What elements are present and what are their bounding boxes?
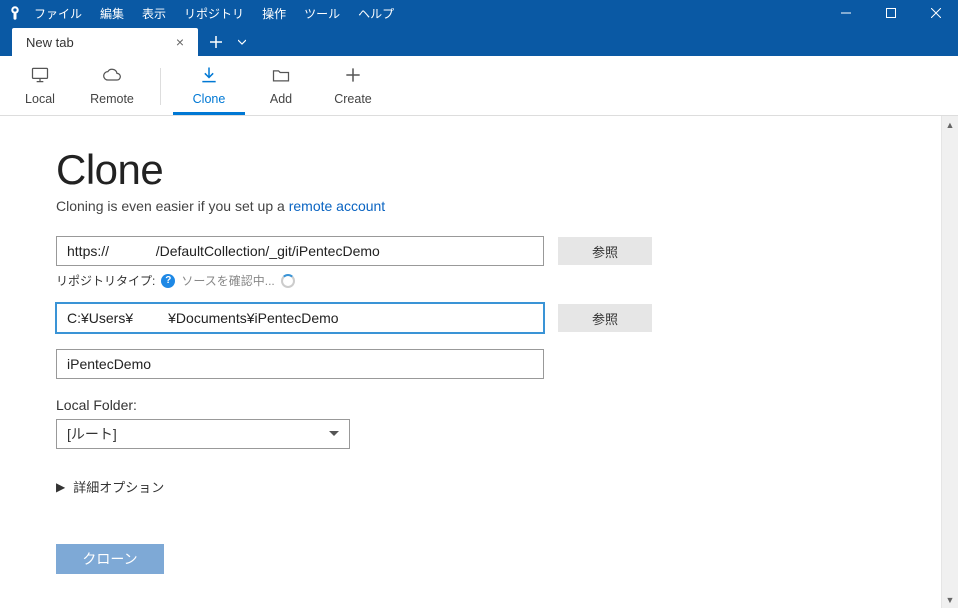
repo-type-checking-text: ソースを確認中... bbox=[181, 272, 274, 289]
page-title: Clone bbox=[56, 146, 885, 194]
menu-view[interactable]: 表示 bbox=[134, 2, 174, 25]
titlebar-left: ファイル 編集 表示 リポジトリ 操作 ツール ヘルプ bbox=[6, 2, 402, 25]
browse-destination-button[interactable]: 参照 bbox=[558, 304, 652, 332]
menu-edit[interactable]: 編集 bbox=[92, 2, 132, 25]
source-url-row: 参照 bbox=[56, 236, 885, 266]
app-icon bbox=[6, 4, 24, 22]
source-url-input[interactable] bbox=[56, 236, 544, 266]
toolbar-add-button[interactable]: Add bbox=[245, 58, 317, 115]
menu-file[interactable]: ファイル bbox=[26, 2, 90, 25]
cloud-icon bbox=[102, 65, 122, 88]
scrollbar-up-icon[interactable]: ▲ bbox=[942, 116, 958, 133]
local-folder-select[interactable]: [ルート] bbox=[56, 419, 350, 449]
toolbar-separator bbox=[160, 68, 161, 105]
local-folder-value: [ルート] bbox=[67, 424, 117, 444]
window-minimize-button[interactable] bbox=[823, 0, 868, 26]
vertical-scrollbar[interactable]: ▲ ▼ bbox=[941, 116, 958, 608]
destination-path-row: 参照 bbox=[56, 303, 885, 333]
repo-type-label: リポジトリタイプ: bbox=[56, 272, 155, 289]
toolbar-remote-label: Remote bbox=[90, 92, 134, 106]
repo-name-row bbox=[56, 349, 885, 379]
menu-tools[interactable]: ツール bbox=[296, 2, 348, 25]
window-close-button[interactable] bbox=[913, 0, 958, 26]
tab-close-icon[interactable]: × bbox=[172, 33, 188, 51]
menu-actions[interactable]: 操作 bbox=[254, 2, 294, 25]
page-tagline: Cloning is even easier if you set up a r… bbox=[56, 198, 885, 214]
browse-source-button[interactable]: 参照 bbox=[558, 237, 652, 265]
toolbar-local-label: Local bbox=[25, 92, 55, 106]
toolbar-create-button[interactable]: Create bbox=[317, 58, 389, 115]
spinner-icon bbox=[281, 274, 295, 288]
destination-path-input[interactable] bbox=[56, 303, 544, 333]
tabstrip: New tab × bbox=[0, 26, 958, 56]
tab-add-menu-button[interactable] bbox=[230, 28, 254, 56]
plus-icon bbox=[343, 65, 363, 88]
advanced-options-label: 詳細オプション bbox=[73, 477, 164, 496]
toolbar-remote-button[interactable]: Remote bbox=[76, 58, 148, 115]
advanced-options-toggle[interactable]: ▶ 詳細オプション bbox=[56, 477, 885, 496]
tab-add-button[interactable] bbox=[202, 28, 230, 56]
toolbar: Local Remote Clone bbox=[0, 56, 958, 116]
download-icon bbox=[199, 65, 219, 88]
toolbar-create-label: Create bbox=[334, 92, 372, 106]
tab-label: New tab bbox=[26, 35, 74, 50]
monitor-icon bbox=[30, 65, 50, 88]
toolbar-group-open: Local Remote bbox=[4, 58, 148, 115]
menu-help[interactable]: ヘルプ bbox=[350, 2, 402, 25]
toolbar-add-label: Add bbox=[270, 92, 292, 106]
repo-name-input[interactable] bbox=[56, 349, 544, 379]
remote-account-link[interactable]: remote account bbox=[289, 198, 386, 214]
tab-current[interactable]: New tab × bbox=[12, 28, 198, 56]
tagline-text: Cloning is even easier if you set up a bbox=[56, 198, 289, 214]
clone-button[interactable]: クローン bbox=[56, 544, 164, 574]
clone-panel: Clone Cloning is even easier if you set … bbox=[0, 116, 941, 608]
tab-add-group bbox=[202, 28, 254, 56]
scrollbar-down-icon[interactable]: ▼ bbox=[942, 591, 958, 608]
window-controls bbox=[823, 0, 958, 26]
menu-repository[interactable]: リポジトリ bbox=[176, 2, 252, 25]
toolbar-group-new: Clone Add Create bbox=[173, 58, 389, 115]
viewport: Clone Cloning is even easier if you set … bbox=[0, 116, 958, 608]
local-folder-label: Local Folder: bbox=[56, 397, 885, 413]
help-icon[interactable]: ? bbox=[161, 274, 175, 288]
folder-open-icon bbox=[271, 65, 291, 88]
chevron-right-icon: ▶ bbox=[56, 480, 65, 494]
window-maximize-button[interactable] bbox=[868, 0, 913, 26]
toolbar-local-button[interactable]: Local bbox=[4, 58, 76, 115]
toolbar-clone-button[interactable]: Clone bbox=[173, 58, 245, 115]
repo-type-status: リポジトリタイプ: ? ソースを確認中... bbox=[56, 272, 885, 289]
titlebar: ファイル 編集 表示 リポジトリ 操作 ツール ヘルプ bbox=[0, 0, 958, 26]
toolbar-clone-label: Clone bbox=[193, 92, 226, 106]
